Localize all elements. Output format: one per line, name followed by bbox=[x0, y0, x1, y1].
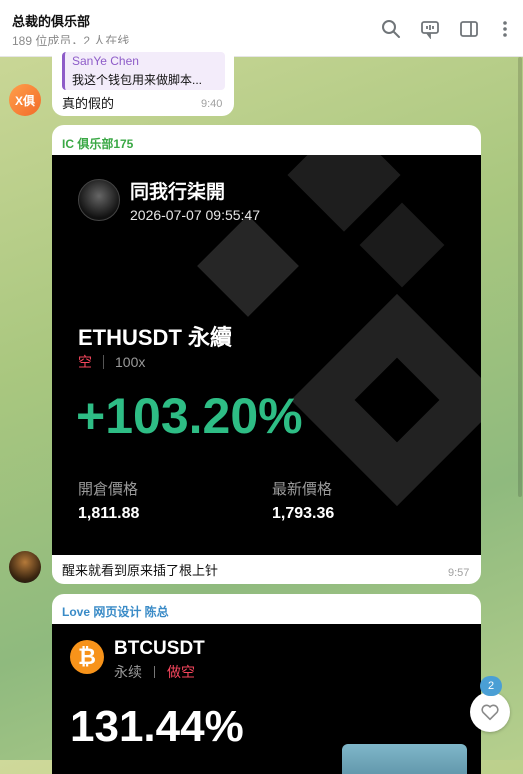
card-position: 空 100x bbox=[78, 352, 145, 372]
sender-name[interactable]: IC 俱乐部175 bbox=[62, 135, 133, 152]
message-time: 9:40 bbox=[201, 98, 223, 110]
avatar[interactable] bbox=[9, 551, 41, 583]
reaction-button[interactable] bbox=[470, 692, 510, 732]
avatar-initials: X俱 bbox=[14, 93, 35, 108]
message-text: 醒来就看到原来插了根上针 bbox=[62, 563, 219, 578]
message-text: 真的假的 bbox=[62, 96, 115, 111]
last-price-value: 1,793.36 bbox=[272, 505, 335, 522]
card-position: 永续 做空 bbox=[114, 662, 195, 682]
card-type: 永续 bbox=[114, 664, 142, 680]
trade-card-image[interactable]: 同我行柒開 2026-07-07 09:55:47 ETHUSDT 永續 空 1… bbox=[52, 155, 481, 555]
divider bbox=[103, 355, 104, 369]
message-time: 9:57 bbox=[448, 567, 470, 579]
trade-card-image[interactable]: ₿ BTCUSDT 永续 做空 131.44% bbox=[52, 624, 481, 774]
card-username: 同我行柒開 bbox=[130, 182, 226, 203]
reply-author: SanYe Chen bbox=[72, 54, 139, 68]
open-price-label: 開倉價格 bbox=[78, 481, 139, 498]
logo-decoration bbox=[359, 202, 445, 288]
chat-title[interactable]: 总裁的俱乐部 bbox=[12, 11, 90, 30]
search-icon[interactable] bbox=[380, 18, 402, 40]
bitcoin-icon: ₿ bbox=[70, 640, 104, 674]
message-bubble[interactable]: SanYe Chen 我这个钱包用来做脚本... 真的假的 9:40 bbox=[52, 44, 234, 116]
card-pair: ETHUSDT 永續 bbox=[78, 325, 233, 350]
card-side: 做空 bbox=[167, 664, 195, 680]
scrollbar[interactable] bbox=[518, 57, 522, 497]
illustration bbox=[342, 744, 467, 774]
message-bubble[interactable]: IC 俱乐部175 同我行柒開 2026-07-07 09:55:47 ETHU… bbox=[52, 125, 481, 584]
card-leverage: 100x bbox=[115, 354, 146, 370]
logo-decoration bbox=[197, 215, 299, 317]
card-pair: BTCUSDT bbox=[114, 638, 205, 659]
sidebar-toggle-icon[interactable] bbox=[458, 18, 480, 40]
sender-name[interactable]: Love 网页设计 陈总 bbox=[62, 603, 169, 620]
card-side: 空 bbox=[78, 354, 92, 370]
card-datetime: 2026-07-07 09:55:47 bbox=[130, 207, 260, 223]
message-bubble[interactable]: Love 网页设计 陈总 ₿ BTCUSDT 永续 做空 131.44% bbox=[52, 594, 481, 774]
reply-text: 我这个钱包用来做脚本... bbox=[72, 73, 203, 87]
user-avatar bbox=[78, 179, 120, 221]
video-chat-icon[interactable] bbox=[419, 18, 441, 40]
heart-icon bbox=[481, 704, 499, 721]
card-pnl: 131.44% bbox=[70, 702, 244, 751]
avatar[interactable]: X俱 bbox=[9, 84, 41, 116]
open-price-value: 1,811.88 bbox=[78, 505, 140, 522]
divider bbox=[154, 666, 155, 678]
reply-quote[interactable]: SanYe Chen 我这个钱包用来做脚本... bbox=[62, 52, 225, 90]
reaction-count-badge: 2 bbox=[480, 676, 502, 696]
more-options-icon[interactable] bbox=[494, 18, 516, 40]
card-pnl: +103.20% bbox=[76, 388, 303, 444]
last-price-label: 最新價格 bbox=[272, 481, 333, 498]
